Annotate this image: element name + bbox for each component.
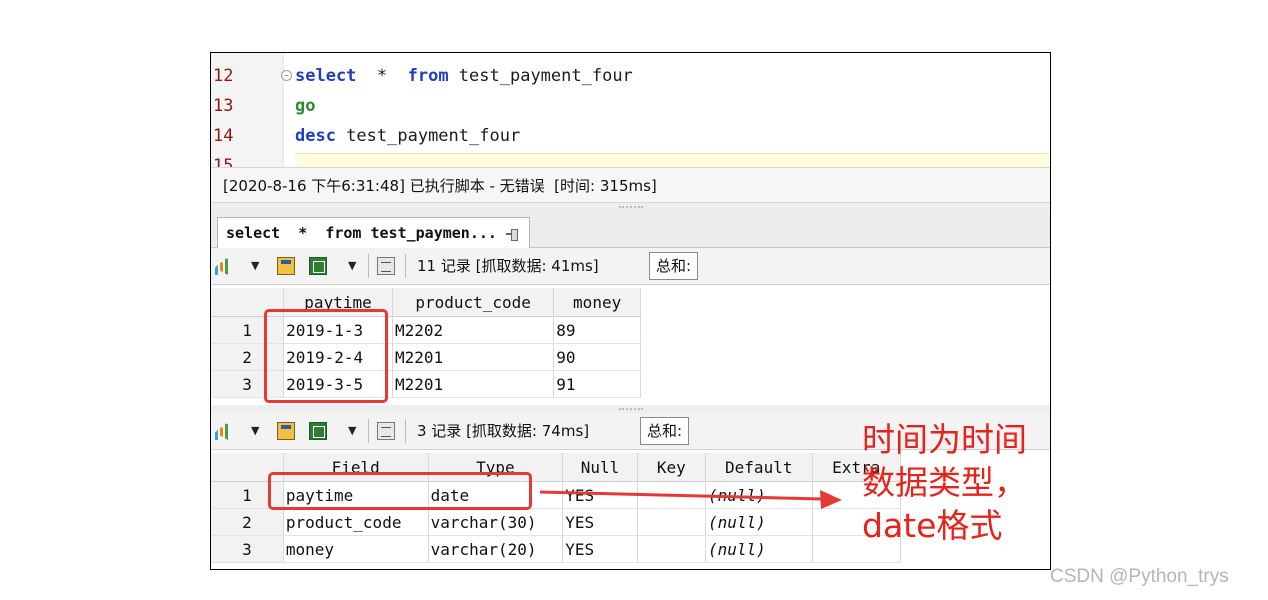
annotation-line: 时间为时间	[862, 420, 1027, 459]
watermark: CSDN @Python_trys	[1050, 566, 1229, 587]
annotation-text: 时间为时间 数据类型， date格式	[862, 418, 1027, 547]
annotation-arrow	[539, 490, 842, 509]
annotation-line: 数据类型，	[862, 463, 1027, 502]
annotation-line: date格式	[862, 506, 1003, 545]
